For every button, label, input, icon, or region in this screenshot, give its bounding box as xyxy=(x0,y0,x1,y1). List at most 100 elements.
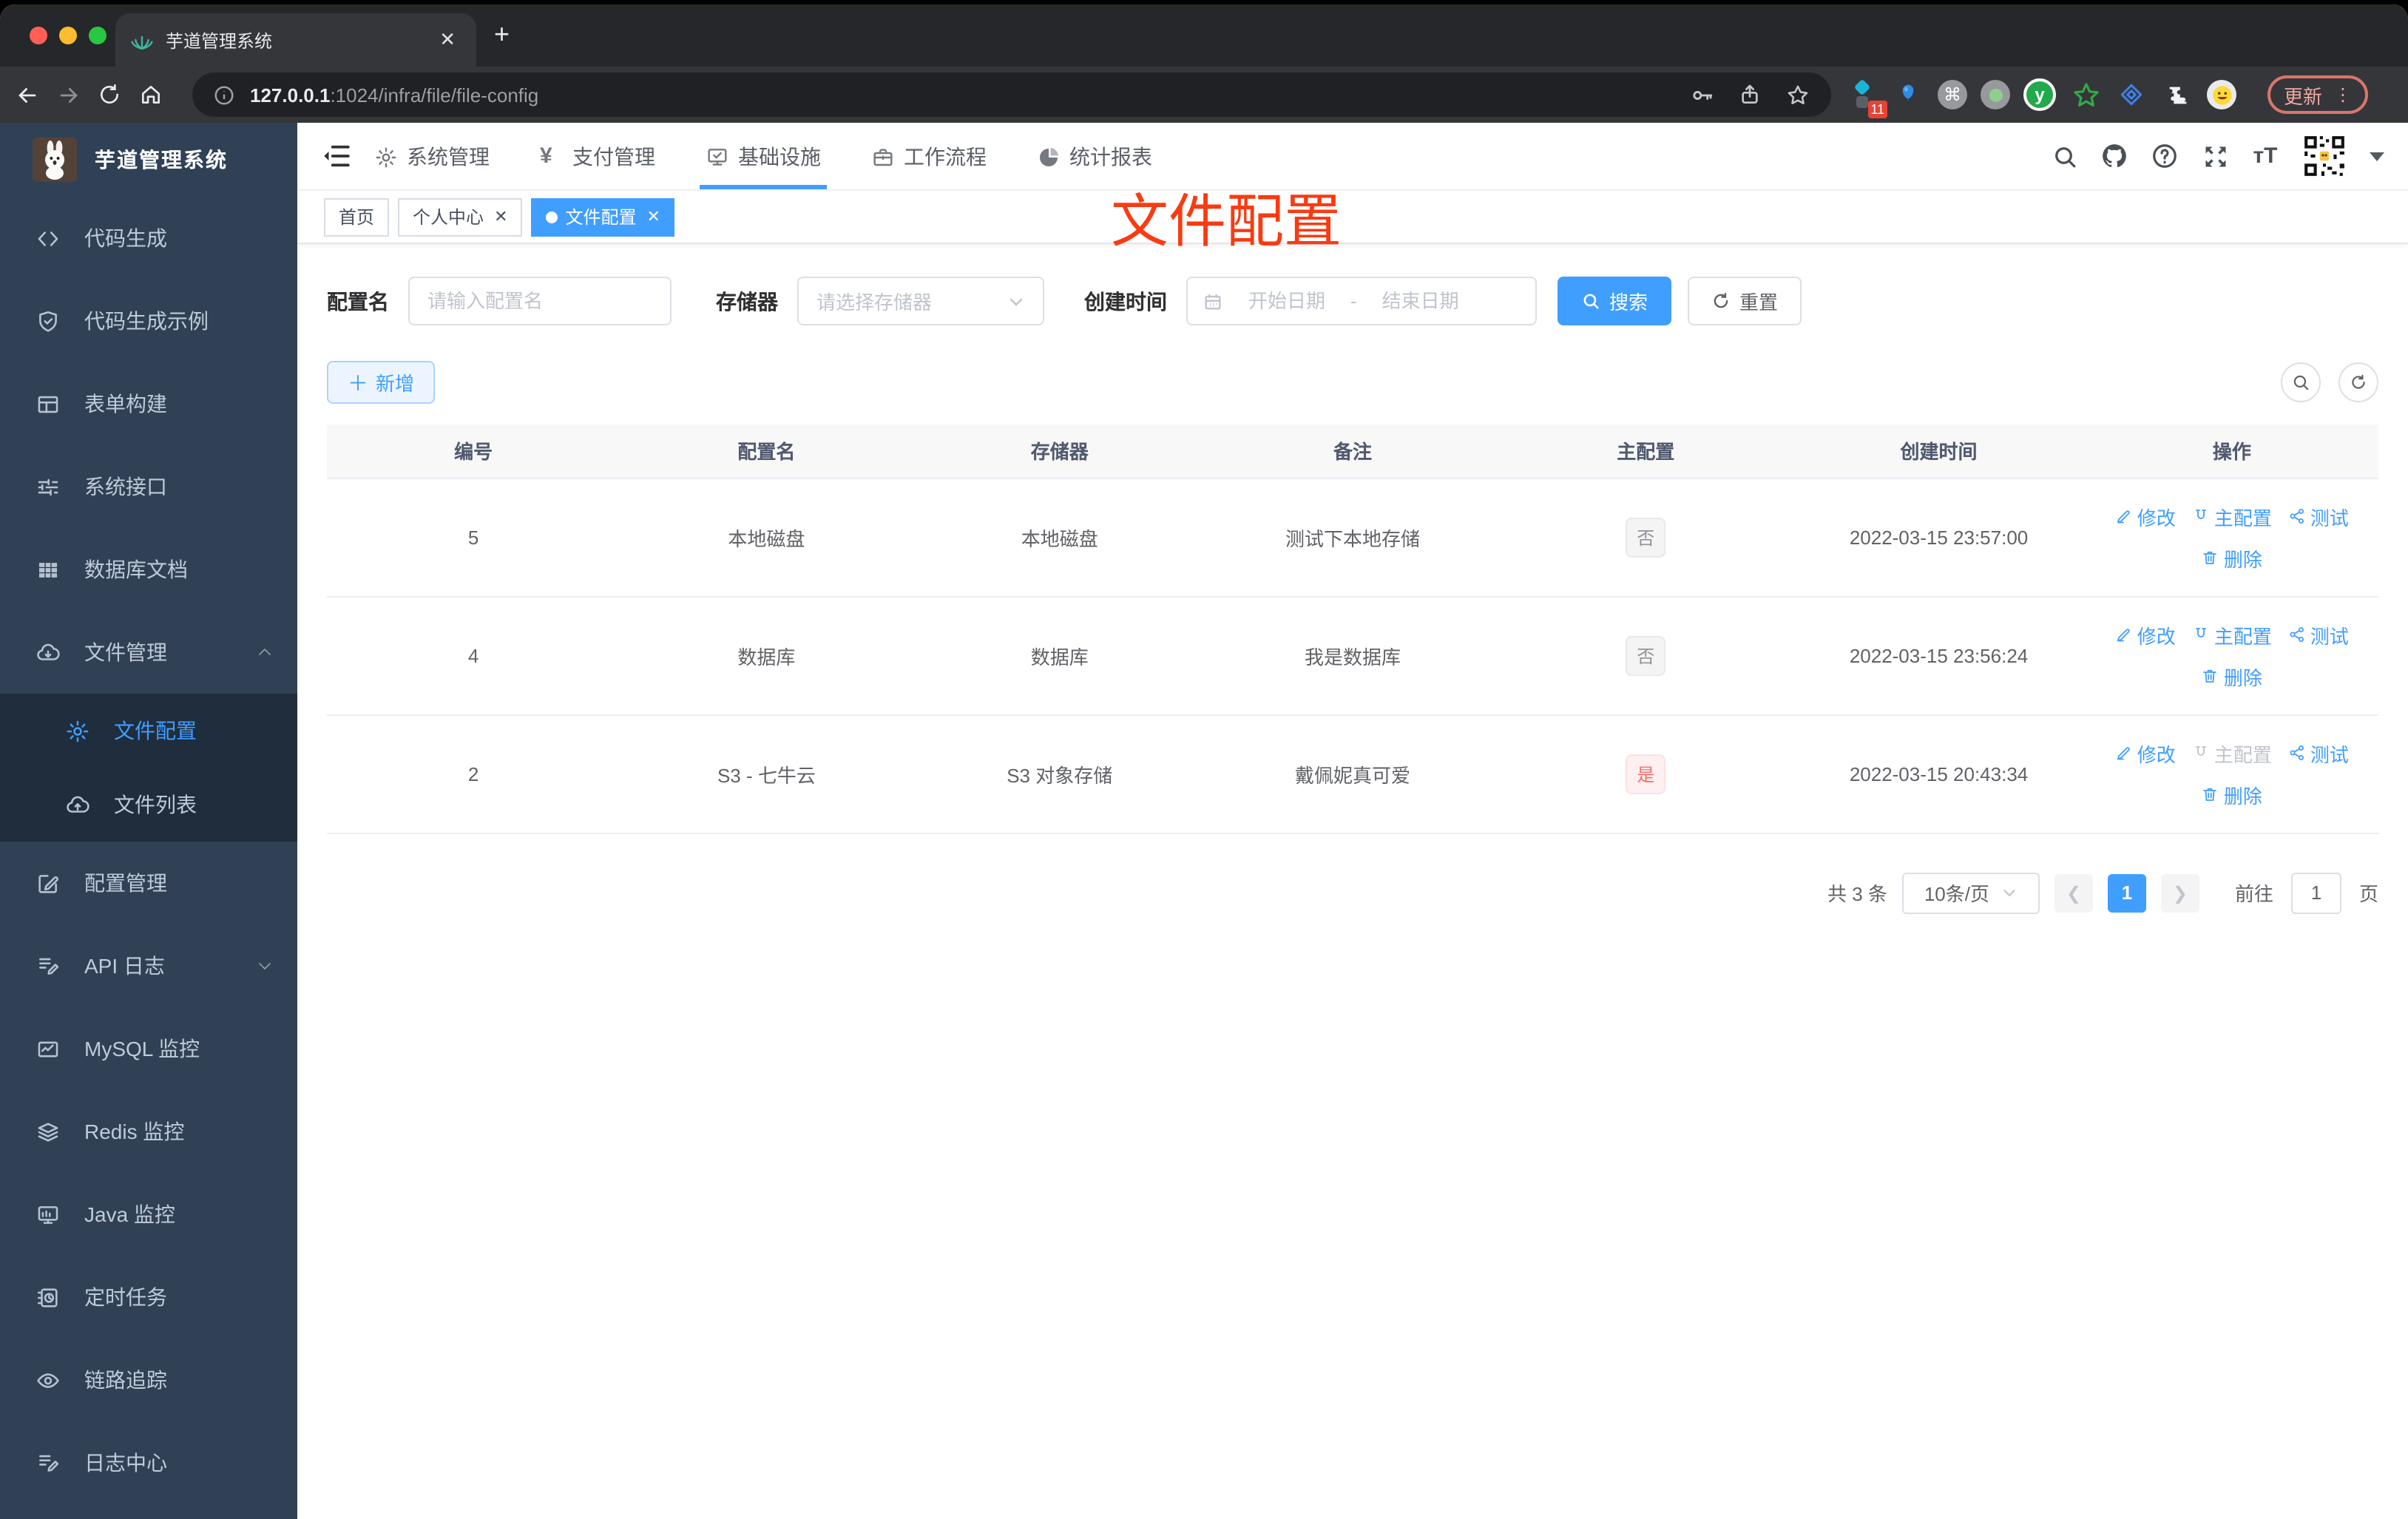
test-link[interactable]: 测试 xyxy=(2288,502,2349,530)
sidebar-item[interactable]: MySQL 监控 xyxy=(0,1007,297,1090)
sidebar-item[interactable]: 代码生成示例 xyxy=(0,280,297,362)
cell-name: S3 - 七牛云 xyxy=(620,714,913,833)
search-button[interactable]: 搜索 xyxy=(1558,277,1672,325)
delete-link[interactable]: 删除 xyxy=(2202,544,2262,572)
pencil-icon xyxy=(2115,744,2133,762)
sidebar-item[interactable]: 链路追踪 xyxy=(0,1339,297,1421)
sidebar-item[interactable]: Java 监控 xyxy=(0,1173,297,1256)
test-link[interactable]: 测试 xyxy=(2288,739,2349,767)
sidebar-item[interactable]: 文件管理 xyxy=(0,611,297,694)
sidebar-collapse-icon[interactable] xyxy=(321,141,354,172)
site-info-icon[interactable] xyxy=(213,84,235,106)
font-size-icon[interactable]: ᴛT xyxy=(2251,142,2279,170)
show-search-button[interactable] xyxy=(2281,362,2321,402)
tag-view[interactable]: 首页 xyxy=(324,197,390,236)
sidebar-item[interactable]: 系统接口 xyxy=(0,445,297,528)
sidebar-item[interactable]: 表单构建 xyxy=(0,362,297,445)
goto-page-input[interactable] xyxy=(2290,872,2341,913)
search-icon[interactable] xyxy=(2050,142,2078,170)
forward-icon[interactable] xyxy=(56,82,98,107)
zoom-window-button[interactable] xyxy=(89,27,106,44)
gear-icon xyxy=(65,718,90,743)
extension-grey-dot-icon[interactable] xyxy=(1981,80,2010,109)
modify-link[interactable]: 修改 xyxy=(2115,620,2176,649)
sidebar-item[interactable]: 定时任务 xyxy=(0,1256,297,1339)
date-range-picker[interactable]: - xyxy=(1186,277,1537,325)
extension-y-icon[interactable]: y xyxy=(2023,78,2056,111)
extension-blue-eye-icon[interactable] xyxy=(2115,78,2148,111)
extension-emoji-icon[interactable] xyxy=(2207,80,2236,109)
config-name-input[interactable] xyxy=(408,277,672,325)
modify-link[interactable]: 修改 xyxy=(2115,502,2176,530)
date-start-input[interactable] xyxy=(1232,290,1342,312)
help-icon[interactable] xyxy=(2151,142,2179,170)
extension-command-icon[interactable]: ⌘ xyxy=(1938,80,1967,109)
sidebar-item[interactable]: 日志中心 xyxy=(0,1421,297,1504)
tag-view-bar: 首页 个人中心 ✕ 文件配置 ✕ xyxy=(297,191,2408,244)
sidebar-item[interactable]: 数据库文档 xyxy=(0,528,297,611)
browser-update-button[interactable]: 更新 ⋮ xyxy=(2267,75,2369,114)
new-tab-button[interactable]: + xyxy=(494,19,510,50)
column-header: 存储器 xyxy=(913,424,1206,478)
sidebar-subitem[interactable]: 文件配置 xyxy=(0,694,297,768)
chart-pie-icon xyxy=(1037,144,1061,168)
reload-icon[interactable] xyxy=(98,83,139,106)
top-nav-item[interactable]: ¥ 支付管理 xyxy=(540,123,655,189)
app-logo[interactable]: 芋道管理系统 xyxy=(0,123,297,197)
test-link[interactable]: 测试 xyxy=(2288,620,2349,649)
sidebar-subitem-label: 文件配置 xyxy=(114,719,197,742)
add-button[interactable]: ＋ 新增 xyxy=(327,361,436,404)
primary-config-link[interactable]: 主配置 xyxy=(2192,502,2272,530)
current-page[interactable]: 1 xyxy=(2107,873,2146,912)
close-tag-icon[interactable]: ✕ xyxy=(647,207,660,226)
date-end-input[interactable] xyxy=(1365,290,1475,312)
reset-button[interactable]: 重置 xyxy=(1688,277,1802,325)
top-nav-item[interactable]: 系统管理 xyxy=(374,123,490,189)
table-grid-icon xyxy=(35,557,61,582)
bookmark-star-icon[interactable] xyxy=(1785,82,1810,107)
sidebar-item[interactable]: API 日志 xyxy=(0,924,297,1007)
delete-link[interactable]: 删除 xyxy=(2202,780,2262,808)
layers-icon xyxy=(35,1119,61,1144)
minimize-window-button[interactable] xyxy=(59,27,77,44)
avatar[interactable] xyxy=(2302,133,2347,179)
extension-balloon-icon[interactable] xyxy=(1892,78,1924,111)
sidebar-item[interactable]: 代码生成 xyxy=(0,197,297,280)
top-nav-item[interactable]: 基础设施 xyxy=(700,123,827,189)
storage-select[interactable]: 请选择存储器 xyxy=(797,277,1044,325)
cell-primary: 否 xyxy=(1499,478,1793,597)
browser-tab[interactable]: 芋道管理系统 ✕ xyxy=(115,13,476,67)
github-icon[interactable] xyxy=(2100,142,2128,170)
cell-storage: S3 对象存储 xyxy=(913,714,1206,833)
close-tab-icon[interactable]: ✕ xyxy=(433,28,461,52)
back-icon[interactable] xyxy=(15,82,56,107)
top-nav-item[interactable]: 工作流程 xyxy=(871,123,987,189)
modify-link[interactable]: 修改 xyxy=(2115,739,2176,767)
page-size-select[interactable]: 10条/页 xyxy=(1901,872,2040,913)
prev-page-button[interactable]: ❮ xyxy=(2054,873,2093,912)
extension-green-star-icon[interactable] xyxy=(2069,78,2102,111)
chevron-down-icon xyxy=(1007,292,1025,310)
tag-view[interactable]: 个人中心 ✕ xyxy=(398,197,523,236)
password-key-icon[interactable] xyxy=(1689,82,1714,107)
delete-link[interactable]: 删除 xyxy=(2202,662,2262,690)
next-page-button[interactable]: ❯ xyxy=(2160,873,2199,912)
refresh-table-button[interactable] xyxy=(2338,362,2378,402)
primary-config-link[interactable]: 主配置 xyxy=(2192,620,2272,649)
sidebar-item[interactable]: Redis 监控 xyxy=(0,1090,297,1173)
primary-config-link[interactable]: 主配置 xyxy=(2192,739,2272,767)
tag-view[interactable]: 文件配置 ✕ xyxy=(531,197,675,236)
extension-puzzle-icon[interactable] xyxy=(2161,78,2194,111)
address-bar[interactable]: 127.0.0.1:1024/infra/file/file-config xyxy=(192,72,1831,117)
browser-menu-icon[interactable]: ⋮ xyxy=(2334,84,2352,105)
sidebar-item[interactable]: 配置管理 xyxy=(0,842,297,924)
close-tag-icon[interactable]: ✕ xyxy=(494,207,507,226)
close-window-button[interactable] xyxy=(30,27,47,44)
home-icon[interactable] xyxy=(139,83,180,106)
fullscreen-icon[interactable] xyxy=(2201,142,2229,170)
sidebar-subitem[interactable]: 文件列表 xyxy=(0,768,297,842)
extension-dev-icon[interactable]: 11 xyxy=(1846,78,1887,118)
share-icon[interactable] xyxy=(1738,83,1762,106)
page-unit-label: 页 xyxy=(2358,883,2378,905)
avatar-caret-down-icon[interactable] xyxy=(2370,152,2384,160)
